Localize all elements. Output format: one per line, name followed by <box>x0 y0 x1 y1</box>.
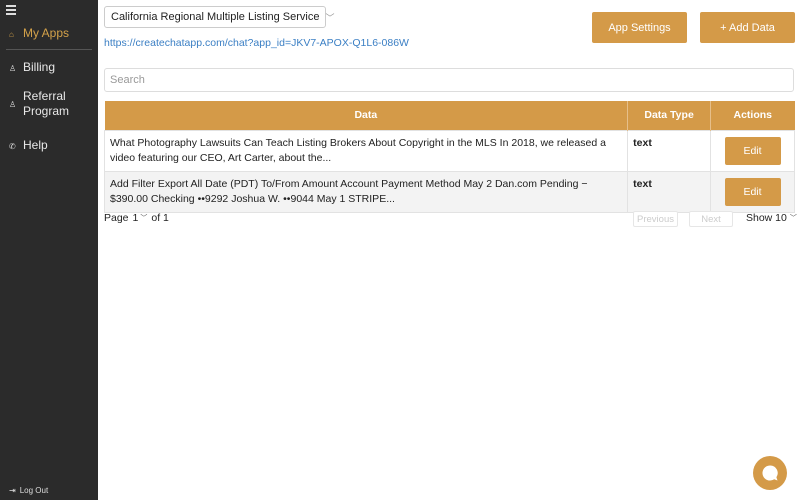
edit-button[interactable]: Edit <box>724 136 781 165</box>
chevron-down-icon: ﹀ <box>789 215 797 222</box>
logout-button[interactable]: ⇥ Log Out <box>9 486 48 495</box>
page-number-select[interactable]: 1 ﹀ <box>133 212 148 224</box>
next-page-button[interactable]: Next <box>689 211 733 227</box>
chat-widget-button[interactable] <box>753 456 787 490</box>
column-header-actions: Actions <box>710 101 795 130</box>
app-selector[interactable]: California Regional Multiple Listing Ser… <box>104 6 335 28</box>
previous-page-button[interactable]: Previous <box>633 211 678 227</box>
page-size-value: Show 10 <box>746 212 787 224</box>
cell-data-type: text <box>627 170 712 213</box>
sidebar-item-label: Billing <box>23 60 56 74</box>
app-settings-button[interactable]: App Settings <box>592 12 687 43</box>
page-label: Page <box>104 212 129 224</box>
sidebar-item-label: Help <box>23 138 48 152</box>
sidebar-item-referral-program[interactable]: ♙ Referral Program <box>0 89 98 119</box>
divider <box>6 49 92 50</box>
sidebar-item-label: My Apps <box>23 26 70 40</box>
logout-icon: ⇥ <box>9 486 16 495</box>
table-row: Add Filter Export All Date (PDT) To/From… <box>103 170 795 213</box>
home-icon: ⌂ <box>9 30 14 39</box>
cell-actions: Edit <box>710 129 795 172</box>
edit-button[interactable]: Edit <box>724 177 781 206</box>
chat-icon <box>762 465 778 481</box>
page-number-value: 1 <box>132 212 139 224</box>
column-header-data[interactable]: Data <box>104 101 629 130</box>
sidebar-item-my-apps[interactable]: ⌂ My Apps <box>0 26 98 42</box>
chevron-down-icon: ﹀ <box>140 215 148 222</box>
data-table: Data Data Type Actions What Photography … <box>103 101 795 213</box>
logout-label: Log Out <box>19 486 49 495</box>
app-selector-value: California Regional Multiple Listing Ser… <box>111 11 320 23</box>
menu-icon[interactable] <box>6 5 16 15</box>
table-row: What Photography Lawsuits Can Teach List… <box>103 129 795 172</box>
sidebar-item-label: Referral Program <box>23 89 70 118</box>
sidebar-item-help[interactable]: ✆ Help <box>0 138 98 154</box>
phone-icon: ✆ <box>9 142 16 151</box>
table-header-row: Data Data Type Actions <box>104 101 795 130</box>
chevron-down-icon: ﹀ <box>325 12 335 23</box>
column-header-data-type[interactable]: Data Type <box>627 101 712 130</box>
page-size-select[interactable]: Show 10 ﹀ <box>746 212 797 224</box>
user-icon: ♙ <box>9 100 17 109</box>
pagination-info: Page 1 ﹀ of 1 <box>104 212 169 224</box>
cell-data: What Photography Lawsuits Can Teach List… <box>103 129 629 172</box>
add-data-button[interactable]: + Add Data <box>700 12 795 43</box>
cell-data: Add Filter Export All Date (PDT) To/From… <box>103 170 629 213</box>
cell-data-type: text <box>627 129 712 172</box>
app-url-link[interactable]: https://createchatapp.com/chat?app_id=JK… <box>104 37 409 49</box>
user-icon: ♙ <box>9 64 17 73</box>
sidebar-item-billing[interactable]: ♙ Billing <box>0 60 98 76</box>
cell-actions: Edit <box>710 170 795 213</box>
sidebar: ⌂ My Apps ♙ Billing ♙ Referral Program ✆… <box>0 0 98 500</box>
page-of-label: of 1 <box>151 212 169 224</box>
search-input[interactable] <box>104 68 794 92</box>
